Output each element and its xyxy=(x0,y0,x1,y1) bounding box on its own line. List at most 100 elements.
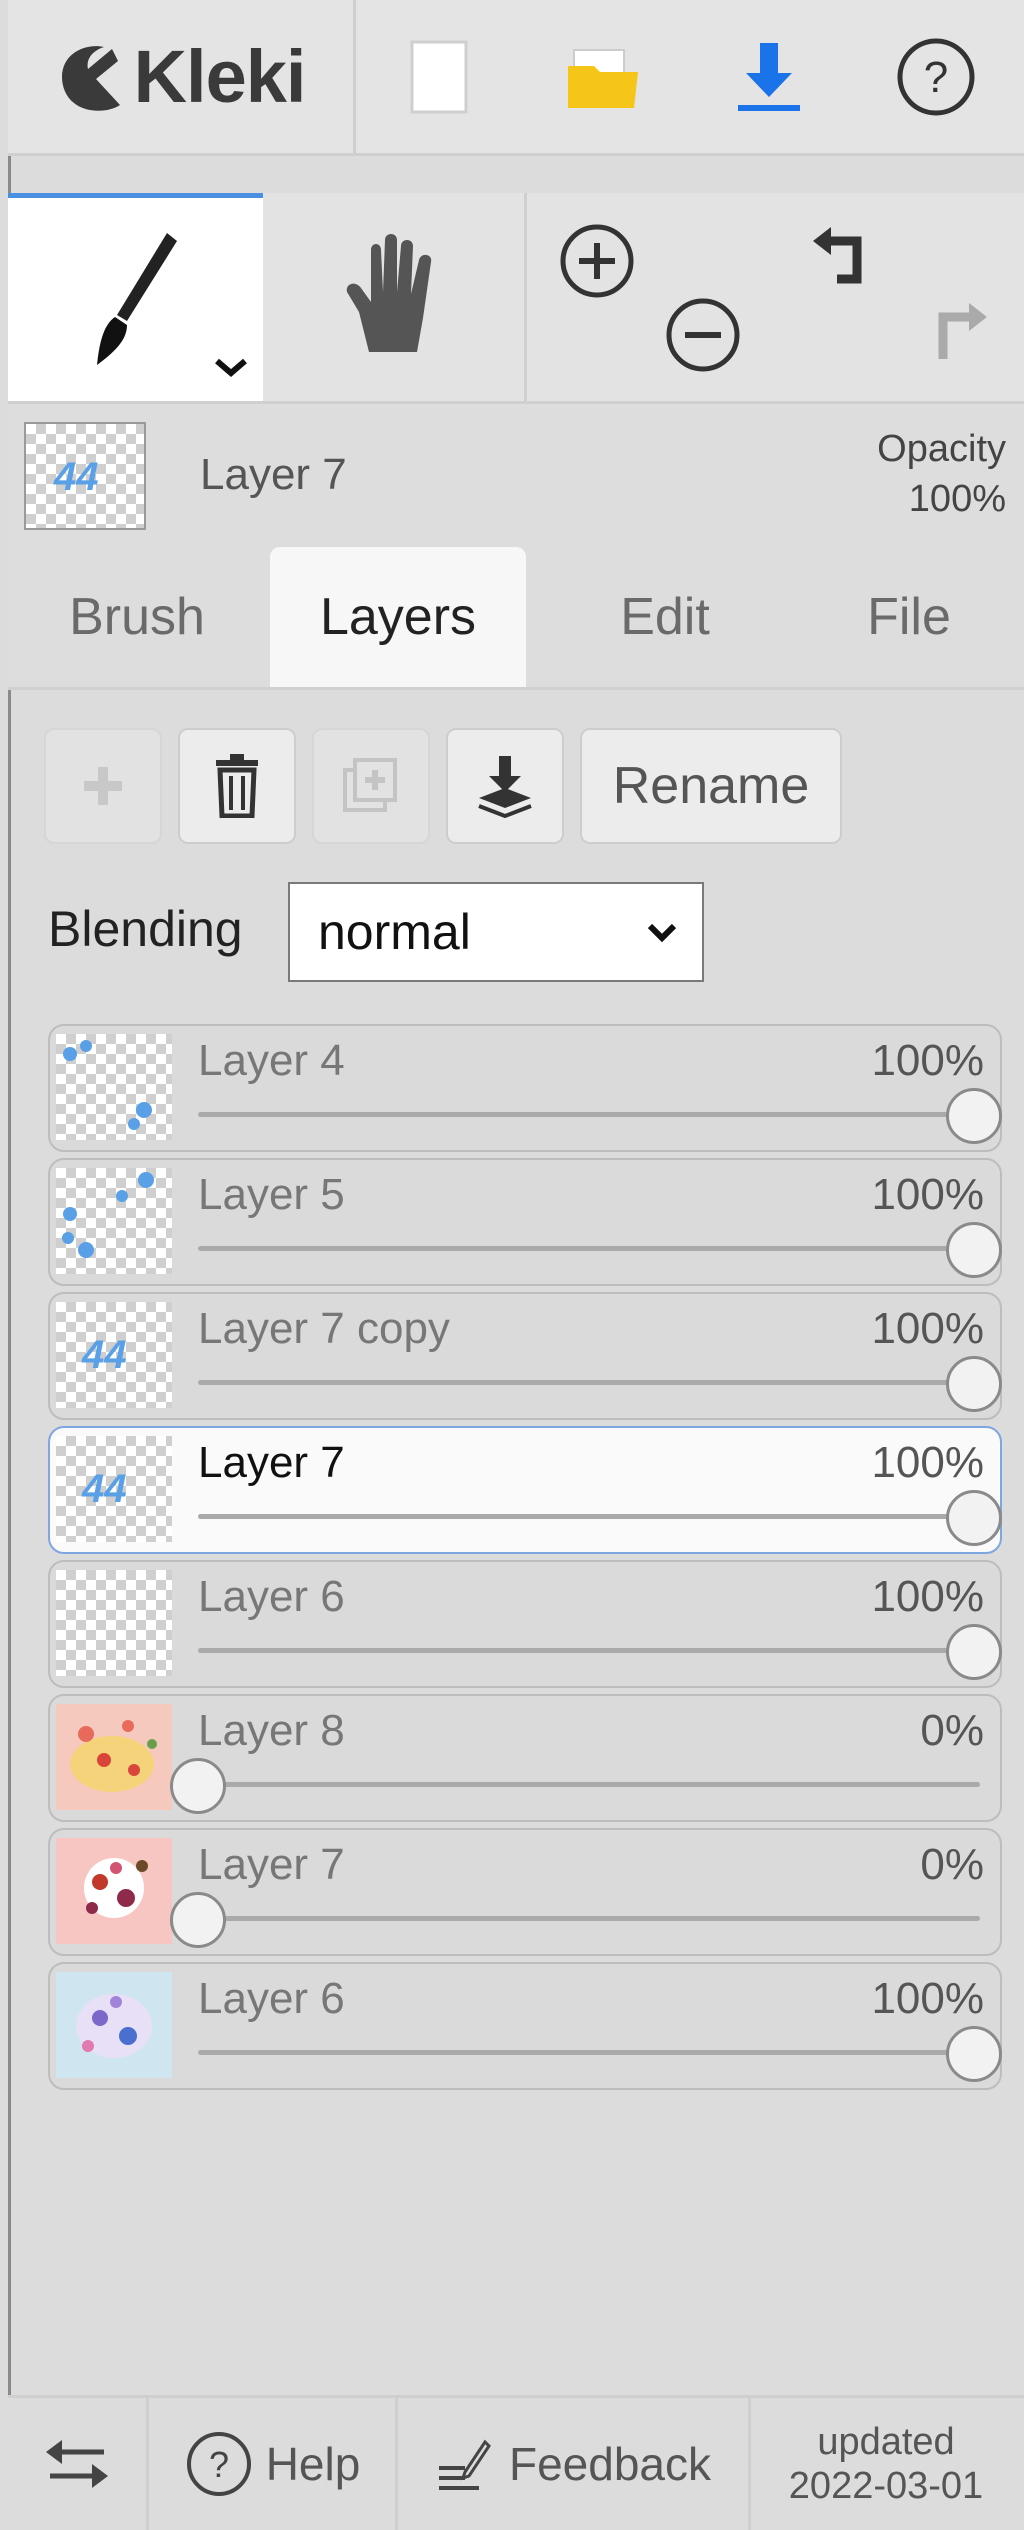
top-bar: Kleki ? xyxy=(8,0,1024,156)
duplicate-layer-icon xyxy=(343,758,397,812)
layer-opacity-value: 100% xyxy=(871,1036,984,1085)
panel-tabs: Brush Layers Edit File xyxy=(8,547,1024,690)
blending-value: normal xyxy=(318,904,471,960)
layer-row-selected[interactable]: 44 Layer 7 100% xyxy=(48,1426,1002,1554)
add-layer-icon xyxy=(84,767,122,805)
layer-thumbnail xyxy=(56,1168,172,1274)
layer-opacity-value: 0% xyxy=(920,1840,984,1889)
undo-icon[interactable] xyxy=(807,219,887,299)
app-logo: Kleki xyxy=(8,0,356,153)
layer-row[interactable]: Layer 4 100% xyxy=(48,1024,1002,1152)
layer-name: Layer 6 xyxy=(198,1974,345,2023)
opacity-label: Opacity xyxy=(877,428,1006,470)
merge-down-button[interactable] xyxy=(446,728,564,844)
layer-opacity-track[interactable] xyxy=(198,1916,980,1921)
current-layer-name: Layer 7 xyxy=(200,450,347,499)
merge-down-icon xyxy=(478,756,532,818)
feedback-label: Feedback xyxy=(508,2438,711,2490)
layer-opacity-value: 100% xyxy=(871,1438,984,1487)
layer-opacity-slider-handle[interactable] xyxy=(170,1758,226,1814)
layer-thumbnail xyxy=(56,1972,172,2078)
layer-opacity-slider-handle[interactable] xyxy=(946,1088,1002,1144)
zoom-out-icon[interactable] xyxy=(663,295,743,375)
svg-text:44: 44 xyxy=(53,455,99,499)
layer-opacity-track[interactable] xyxy=(198,1380,980,1385)
tab-file[interactable]: File xyxy=(794,547,1024,687)
open-folder-icon xyxy=(567,48,638,108)
zoom-controls xyxy=(527,193,776,401)
layer-thumbnail xyxy=(56,1704,172,1810)
zoom-in-icon[interactable] xyxy=(557,221,637,301)
swap-arrows-icon xyxy=(46,2440,108,2488)
svg-text:44: 44 xyxy=(81,1467,127,1511)
new-image-button[interactable] xyxy=(356,0,521,153)
blending-select[interactable]: normal xyxy=(288,882,704,982)
layer-opacity-track[interactable] xyxy=(198,2050,980,2055)
add-layer-button[interactable] xyxy=(44,728,162,844)
footer-bar: ? Help Feedback updated 2022-03-01 xyxy=(8,2395,1024,2530)
layer-opacity-track[interactable] xyxy=(198,1112,980,1117)
layer-opacity-value: 100% xyxy=(871,1572,984,1621)
brush-tool-icon xyxy=(96,232,177,365)
layer-name: Layer 6 xyxy=(198,1572,345,1621)
open-file-button[interactable] xyxy=(521,0,686,153)
swap-side-button[interactable] xyxy=(8,2398,149,2530)
current-layer-opacity: Opacity 100% xyxy=(877,424,1006,524)
layer-opacity-slider-handle[interactable] xyxy=(170,1892,226,1948)
layer-thumbnail xyxy=(56,1838,172,1944)
new-image-icon xyxy=(410,40,467,113)
brush-tool-button[interactable] xyxy=(8,193,264,401)
tab-edit[interactable]: Edit xyxy=(536,547,794,687)
delete-layer-button[interactable] xyxy=(178,728,296,844)
layer-opacity-slider-handle[interactable] xyxy=(946,1356,1002,1412)
help-button[interactable]: ? xyxy=(851,0,1021,153)
duplicate-layer-button[interactable] xyxy=(312,728,430,844)
layer-opacity-track[interactable] xyxy=(198,1514,980,1519)
rename-layer-button[interactable]: Rename xyxy=(580,728,842,844)
layer-row[interactable]: Layer 8 0% xyxy=(48,1694,1002,1822)
layer-name: Layer 7 xyxy=(198,1438,345,1487)
layer-opacity-slider-handle[interactable] xyxy=(946,1490,1002,1546)
layer-name: Layer 4 xyxy=(198,1036,345,1085)
blending-label: Blending xyxy=(48,901,243,957)
layer-row[interactable]: Layer 5 100% xyxy=(48,1158,1002,1286)
kleki-logo-icon xyxy=(61,45,120,111)
feedback-pen-icon xyxy=(438,2439,491,2490)
layer-row[interactable]: Layer 6 100% xyxy=(48,1560,1002,1688)
layer-opacity-value: 100% xyxy=(871,1170,984,1219)
updated-info: updated 2022-03-01 xyxy=(751,2398,1021,2530)
tool-row xyxy=(8,193,1024,404)
updated-label: updated xyxy=(817,2421,955,2463)
layer-row[interactable]: 44 Layer 7 copy 100% xyxy=(48,1292,1002,1420)
layer-thumbnail xyxy=(56,1570,172,1676)
layer-opacity-value: 0% xyxy=(920,1706,984,1755)
layer-row[interactable]: Layer 7 0% xyxy=(48,1828,1002,1956)
hand-tool-icon xyxy=(346,234,432,352)
history-controls xyxy=(777,193,1024,401)
layer-name: Layer 7 xyxy=(198,1840,345,1889)
layer-row[interactable]: Layer 6 100% xyxy=(48,1962,1002,2090)
layer-opacity-track[interactable] xyxy=(198,1648,980,1653)
current-layer-preview: 44 Layer 7 Opacity 100% xyxy=(8,404,1024,547)
download-icon xyxy=(737,42,800,111)
help-icon: ? xyxy=(897,38,975,115)
layer-opacity-track[interactable] xyxy=(198,1782,980,1787)
opacity-value: 100% xyxy=(908,478,1006,520)
redo-icon[interactable] xyxy=(913,295,993,375)
layer-opacity-slider-handle[interactable] xyxy=(946,1624,1002,1680)
current-layer-thumbnail: 44 xyxy=(24,422,146,530)
tab-layers[interactable]: Layers xyxy=(270,547,526,687)
layer-name: Layer 7 copy xyxy=(198,1304,450,1353)
tab-brush[interactable]: Brush xyxy=(8,547,266,687)
layer-name: Layer 5 xyxy=(198,1170,345,1219)
chevron-down-icon[interactable] xyxy=(213,355,249,379)
layer-opacity-slider-handle[interactable] xyxy=(946,1222,1002,1278)
layer-thumbnail: 44 xyxy=(56,1436,172,1542)
layer-opacity-track[interactable] xyxy=(198,1246,980,1251)
feedback-link[interactable]: Feedback xyxy=(398,2398,751,2530)
download-button[interactable] xyxy=(686,0,851,153)
hand-tool-button[interactable] xyxy=(263,193,528,401)
help-link[interactable]: ? Help xyxy=(149,2398,398,2530)
layer-thumbnail xyxy=(56,1034,172,1140)
layer-opacity-slider-handle[interactable] xyxy=(946,2026,1002,2082)
